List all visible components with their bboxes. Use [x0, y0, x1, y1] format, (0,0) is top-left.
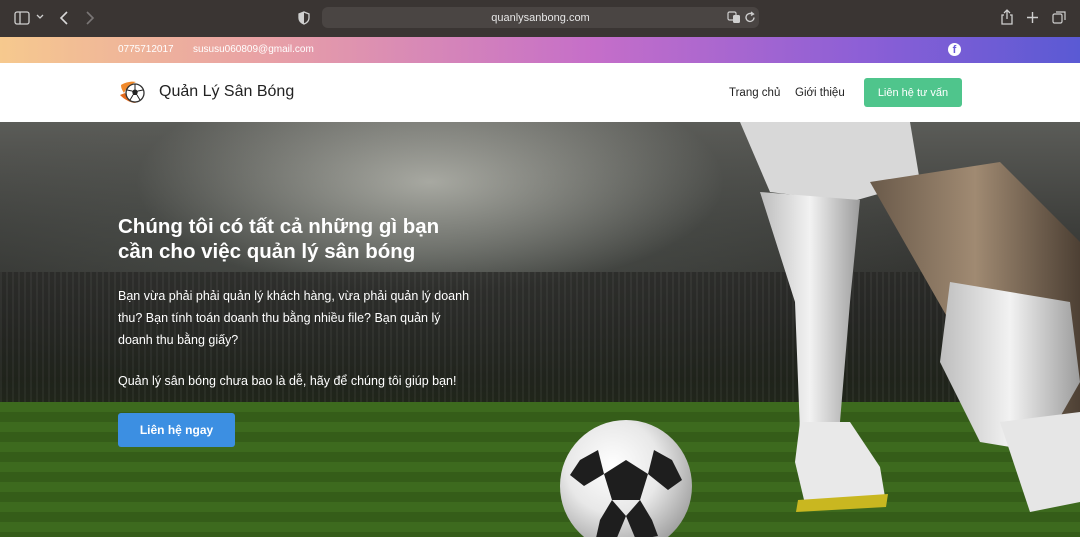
logo-icon[interactable] — [118, 79, 148, 107]
share-icon[interactable] — [1000, 9, 1014, 25]
back-icon[interactable] — [58, 10, 70, 26]
tab-overview-icon[interactable] — [1052, 11, 1066, 24]
url-text: quanlysanbong.com — [491, 11, 590, 24]
contact-consult-button[interactable]: Liên hệ tư vấn — [864, 78, 962, 107]
email-address[interactable]: sususu060809@gmail.com — [193, 44, 314, 55]
hero-title: Chúng tôi có tất cả những gì bạn cần cho… — [118, 215, 440, 263]
site-brand[interactable]: Quản Lý Sân Bóng — [159, 83, 294, 101]
nav-home[interactable]: Trang chủ — [729, 87, 780, 99]
shield-icon[interactable] — [298, 11, 310, 25]
player-image — [740, 122, 1080, 512]
forward-icon[interactable] — [84, 10, 96, 26]
phone-number[interactable]: 0775712017 — [118, 44, 174, 55]
new-tab-icon[interactable] — [1026, 11, 1039, 24]
site-header: Quản Lý Sân Bóng Trang chủ Giới thiệu Li… — [0, 63, 1080, 122]
reload-icon[interactable] — [744, 11, 756, 24]
chevron-down-icon[interactable] — [36, 13, 44, 21]
contact-topbar: 0775712017 sususu060809@gmail.com f — [0, 37, 1080, 63]
facebook-icon[interactable]: f — [948, 43, 961, 56]
hero-description: Bạn vừa phải phải quản lý khách hàng, vừ… — [118, 289, 470, 347]
nav-about[interactable]: Giới thiệu — [795, 87, 845, 99]
url-bar[interactable]: quanlysanbong.com — [322, 7, 759, 28]
hero-section: Chúng tôi có tất cả những gì bạn cần cho… — [0, 122, 1080, 537]
browser-toolbar: quanlysanbong.com — [0, 0, 1080, 37]
contact-now-button[interactable]: Liên hệ ngay — [118, 413, 235, 447]
hero-tagline: Quản lý sân bóng chưa bao là dễ, hãy để … — [118, 374, 457, 388]
translate-icon[interactable] — [727, 11, 741, 24]
sidebar-toggle-icon[interactable] — [14, 11, 30, 25]
soccer-ball-image — [560, 420, 692, 537]
